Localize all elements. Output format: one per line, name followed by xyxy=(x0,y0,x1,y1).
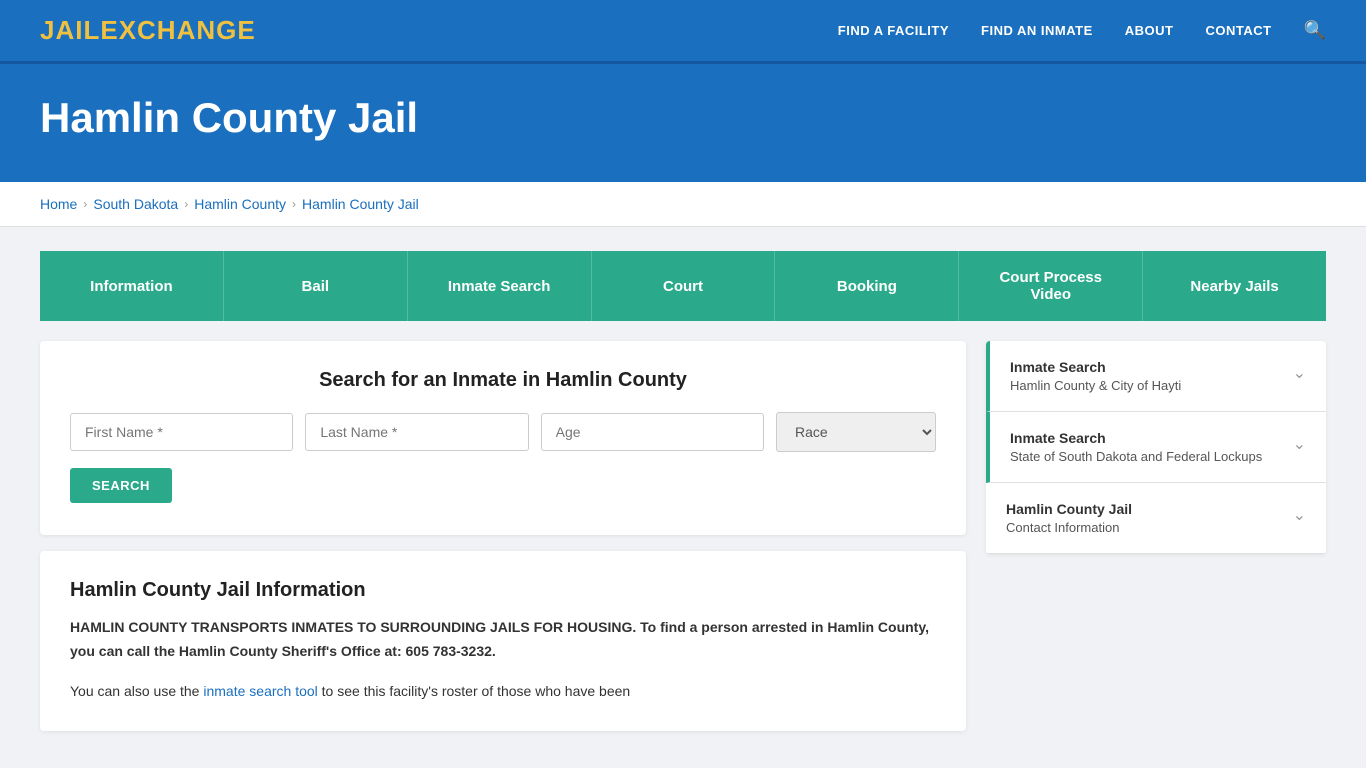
inmate-search-card: Search for an Inmate in Hamlin County Ra… xyxy=(40,341,966,535)
first-name-input[interactable] xyxy=(70,413,293,451)
sidebar-item-3[interactable]: Hamlin County Jail Contact Information ⌄ xyxy=(986,483,1326,554)
sidebar-item-3-sub: Contact Information xyxy=(1006,520,1132,535)
sidebar-item-2-text: Inmate Search State of South Dakota and … xyxy=(1010,430,1262,464)
sidebar-item-2[interactable]: Inmate Search State of South Dakota and … xyxy=(986,412,1326,483)
main-panel: Search for an Inmate in Hamlin County Ra… xyxy=(40,341,966,731)
sidebar-item-1-title: Inmate Search xyxy=(1010,359,1181,375)
content-area: Information Bail Inmate Search Court Boo… xyxy=(0,227,1366,755)
search-icon-button[interactable]: 🔍 xyxy=(1304,20,1326,41)
main-nav: FIND A FACILITY FIND AN INMATE ABOUT CON… xyxy=(838,20,1326,41)
breadcrumb-sd[interactable]: South Dakota xyxy=(93,196,178,212)
nav-contact[interactable]: CONTACT xyxy=(1205,23,1271,38)
sidebar-item-3-title: Hamlin County Jail xyxy=(1006,501,1132,517)
tab-booking[interactable]: Booking xyxy=(774,251,958,321)
breadcrumb-sep-2: › xyxy=(184,197,188,211)
sidebar-item-2-sub: State of South Dakota and Federal Lockup… xyxy=(1010,449,1262,464)
breadcrumb-sep-1: › xyxy=(83,197,87,211)
tabs-bar: Information Bail Inmate Search Court Boo… xyxy=(40,251,1326,321)
sidebar-item-1[interactable]: Inmate Search Hamlin County & City of Ha… xyxy=(986,341,1326,412)
last-name-input[interactable] xyxy=(305,413,528,451)
chevron-down-icon-3: ⌄ xyxy=(1293,505,1306,525)
sidebar-item-3-text: Hamlin County Jail Contact Information xyxy=(1006,501,1132,535)
site-header: JAILEXCHANGE FIND A FACILITY FIND AN INM… xyxy=(0,0,1366,64)
chevron-down-icon-2: ⌄ xyxy=(1293,434,1306,454)
logo-part2-rest: XCHANGE xyxy=(119,15,256,45)
tab-court-process-video[interactable]: Court Process Video xyxy=(958,251,1142,321)
logo-part1: JAIL xyxy=(40,15,100,45)
tab-court[interactable]: Court xyxy=(591,251,775,321)
breadcrumb-bar: Home › South Dakota › Hamlin County › Ha… xyxy=(0,182,1366,227)
chevron-down-icon-1: ⌄ xyxy=(1293,363,1306,383)
breadcrumb-hamlin-jail[interactable]: Hamlin County Jail xyxy=(302,196,419,212)
info-bold-text: HAMLIN COUNTY TRANSPORTS INMATES TO SURR… xyxy=(70,619,929,659)
tab-inmate-search[interactable]: Inmate Search xyxy=(407,251,591,321)
info-heading: Hamlin County Jail Information xyxy=(70,579,936,602)
nav-about[interactable]: ABOUT xyxy=(1125,23,1174,38)
sidebar-item-1-text: Inmate Search Hamlin County & City of Ha… xyxy=(1010,359,1181,393)
nav-find-facility[interactable]: FIND A FACILITY xyxy=(838,23,949,38)
sidebar: Inmate Search Hamlin County & City of Ha… xyxy=(986,341,1326,554)
page-title: Hamlin County Jail xyxy=(40,94,1326,142)
breadcrumb-home[interactable]: Home xyxy=(40,196,77,212)
search-heading: Search for an Inmate in Hamlin County xyxy=(70,369,936,392)
logo-exchange: E xyxy=(100,15,118,45)
info-card: Hamlin County Jail Information HAMLIN CO… xyxy=(40,551,966,731)
info-text-after-link: to see this facility's roster of those w… xyxy=(318,683,630,699)
age-input[interactable] xyxy=(541,413,764,451)
breadcrumb-hamlin-county[interactable]: Hamlin County xyxy=(194,196,286,212)
inmate-search-link[interactable]: inmate search tool xyxy=(203,683,317,699)
breadcrumb-sep-3: › xyxy=(292,197,296,211)
info-text-before-link: You can also use the xyxy=(70,683,203,699)
search-form: Race White Black Hispanic Asian Native A… xyxy=(70,412,936,452)
breadcrumb: Home › South Dakota › Hamlin County › Ha… xyxy=(40,196,1326,212)
nav-find-inmate[interactable]: FIND AN INMATE xyxy=(981,23,1093,38)
sidebar-item-1-sub: Hamlin County & City of Hayti xyxy=(1010,378,1181,393)
info-body-bold: HAMLIN COUNTY TRANSPORTS INMATES TO SURR… xyxy=(70,616,936,664)
search-button[interactable]: SEARCH xyxy=(70,468,172,503)
tab-information[interactable]: Information xyxy=(40,251,223,321)
sidebar-item-2-title: Inmate Search xyxy=(1010,430,1262,446)
hero-section: Hamlin County Jail xyxy=(0,64,1366,182)
race-select[interactable]: Race White Black Hispanic Asian Native A… xyxy=(776,412,936,452)
two-col-layout: Search for an Inmate in Hamlin County Ra… xyxy=(40,341,1326,731)
info-body-normal: You can also use the inmate search tool … xyxy=(70,680,936,704)
tab-bail[interactable]: Bail xyxy=(223,251,407,321)
tab-nearby-jails[interactable]: Nearby Jails xyxy=(1142,251,1326,321)
site-logo[interactable]: JAILEXCHANGE xyxy=(40,15,256,46)
